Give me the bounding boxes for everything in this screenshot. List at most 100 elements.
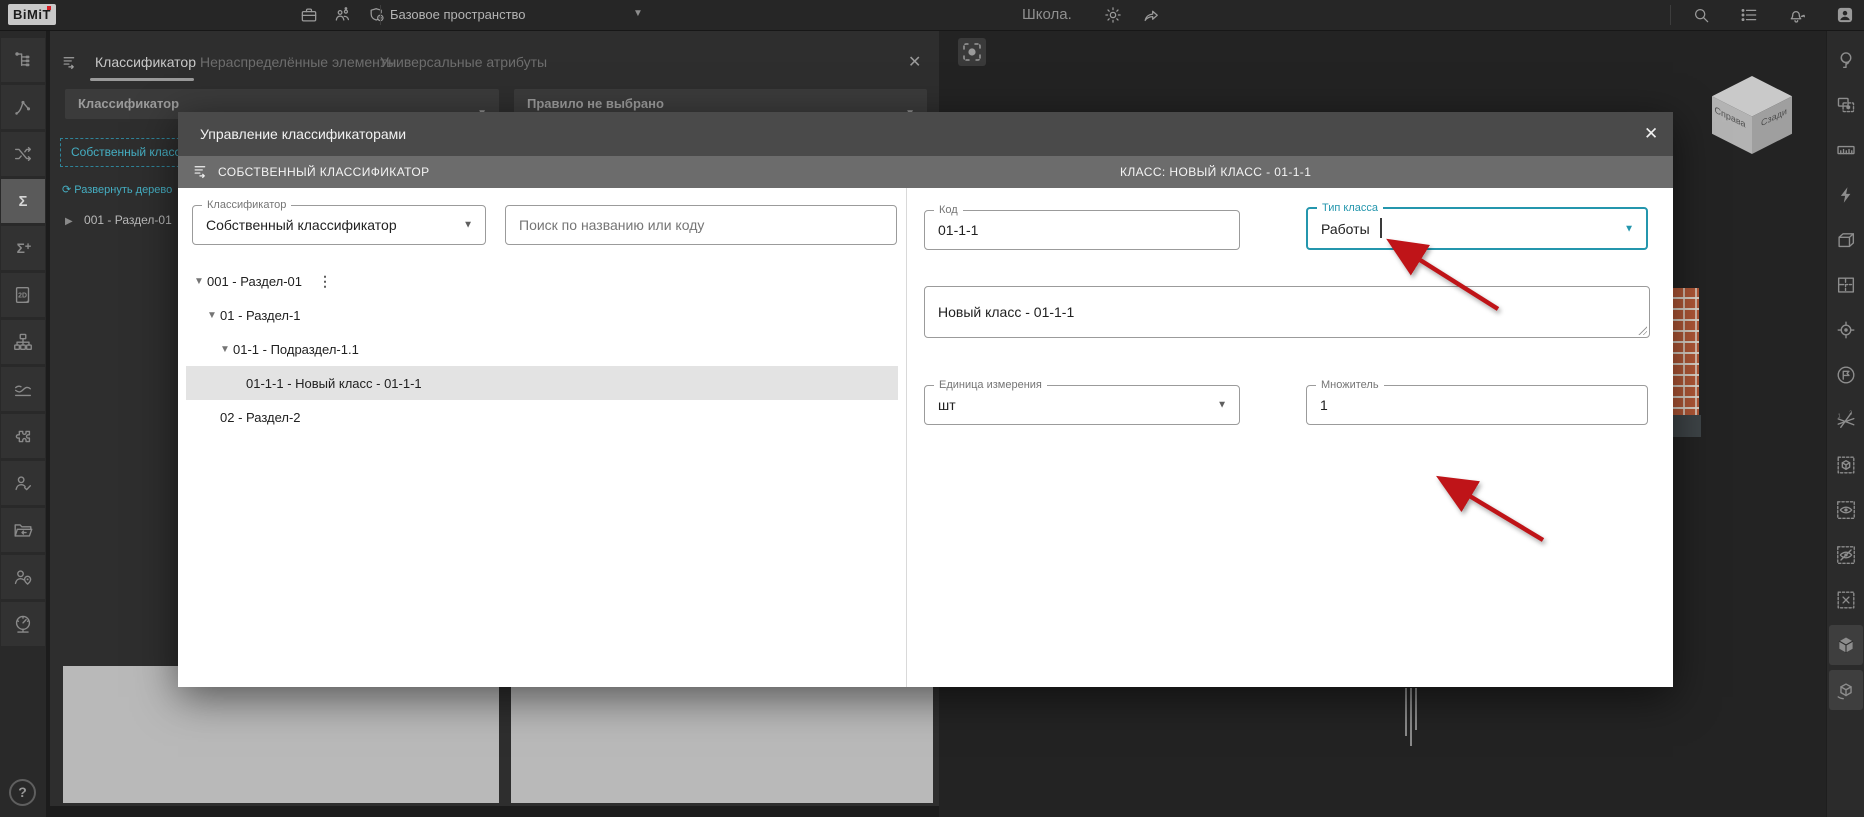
- panel-close-icon[interactable]: ✕: [908, 52, 921, 72]
- tool-shuffle[interactable]: [1, 132, 45, 176]
- brick-column-model: [1673, 288, 1699, 415]
- tree-row[interactable]: ▼ 01-1 - Подраздел-1.1: [186, 332, 898, 366]
- view-show-elements[interactable]: [1829, 490, 1863, 530]
- expand-tree-link[interactable]: ⟳ Развернуть дерево: [62, 183, 178, 196]
- svg-text:Σ: Σ: [17, 241, 25, 256]
- view-orbit-tree[interactable]: [1829, 40, 1863, 80]
- workspace-caret-icon[interactable]: ▼: [633, 8, 643, 19]
- classifier-tree: ▼ 001 - Раздел-01 ⋮ ▼ 01 - Раздел-1 ▼ 01-1 - П…: [186, 264, 898, 434]
- view-clear-selection[interactable]: [1829, 580, 1863, 620]
- account-icon[interactable]: [1832, 2, 1858, 28]
- tool-folder-share[interactable]: [1, 508, 45, 552]
- tool-hierarchy[interactable]: [1, 320, 45, 364]
- briefcase-icon[interactable]: [296, 2, 322, 28]
- topbar-separator-right: [1670, 5, 1671, 25]
- settings-gear-icon[interactable]: [1100, 2, 1126, 28]
- view-hide-elements[interactable]: [1829, 535, 1863, 575]
- description-value: Новый класс - 01-1-1: [938, 304, 1075, 320]
- class-type-select[interactable]: Тип класса Работы ▼: [1306, 202, 1648, 250]
- view-flag[interactable]: [1829, 355, 1863, 395]
- tree-row-menu-icon[interactable]: ⋮: [318, 273, 332, 290]
- classifier-menu-icon[interactable]: [192, 162, 211, 181]
- multiplier-field[interactable]: Множитель 1: [1306, 379, 1648, 425]
- view-area-select[interactable]: [1829, 85, 1863, 125]
- help-button[interactable]: ?: [9, 779, 36, 806]
- classifier-select-label: Классификатор: [202, 199, 292, 211]
- tab-unassigned-elements[interactable]: Нераспределённые элементы: [200, 54, 396, 70]
- dialog-titlebar: Управление классификаторами: [178, 112, 1673, 156]
- panel-menu-icon[interactable]: [61, 53, 80, 72]
- classifier-select[interactable]: Классификатор Собственный классификатор …: [192, 199, 486, 245]
- multiplier-label: Множитель: [1316, 379, 1384, 391]
- view-ruler[interactable]: [1829, 130, 1863, 170]
- workspace-selector[interactable]: Базовое пространство: [390, 7, 526, 22]
- brick-column-base: [1670, 415, 1701, 437]
- topbar-left-icons: [296, 2, 390, 28]
- classifier-filter-label: Классификатор: [78, 96, 180, 111]
- app-logo[interactable]: BiMiT: [8, 4, 56, 25]
- team-icon[interactable]: [330, 2, 356, 28]
- view-cube-section[interactable]: [1829, 670, 1863, 710]
- list-icon[interactable]: [1736, 2, 1762, 28]
- tool-sum-active[interactable]: Σ: [1, 179, 45, 223]
- tree-caret-icon[interactable]: ▼: [194, 276, 207, 287]
- background-tree-root[interactable]: ▶ 001 - Раздел-01: [65, 213, 172, 227]
- rule-filter-label: Правило не выбрано: [527, 96, 664, 111]
- class-type-value: Работы: [1321, 220, 1370, 237]
- code-field[interactable]: Код 01-1-1: [924, 204, 1240, 250]
- shield-status-icon[interactable]: [364, 2, 390, 28]
- tool-classifier-tree[interactable]: [1, 38, 45, 82]
- tree-row-label: 01-1-1 - Новый класс - 01-1-1: [246, 375, 422, 391]
- subheader-classifier-name: СОБСТВЕННЫЙ КЛАССИФИКАТОР: [218, 165, 430, 179]
- tool-geometry-point[interactable]: [1, 85, 45, 129]
- tree-caret-icon[interactable]: ▼: [207, 310, 220, 321]
- project-actions: [1100, 2, 1164, 28]
- tree-row-label: 01-1 - Подраздел-1.1: [233, 341, 359, 357]
- selected-classifier-chip[interactable]: Собственный классификатор: [60, 138, 190, 167]
- focus-selection-icon[interactable]: [958, 38, 986, 66]
- active-tab-underline: [90, 78, 194, 81]
- unit-select[interactable]: Единица измерения шт ▼: [924, 379, 1240, 425]
- app-logo-text: BiMiT: [13, 7, 51, 22]
- right-toolbar: 12: [1826, 30, 1864, 817]
- tool-plugins[interactable]: [1, 414, 45, 458]
- search-input[interactable]: Поиск по названию или коду: [505, 205, 897, 245]
- share-icon[interactable]: [1138, 2, 1164, 28]
- tree-caret-icon[interactable]: ▼: [220, 344, 233, 355]
- view-section-flash[interactable]: [1829, 175, 1863, 215]
- view-floor-plan[interactable]: [1829, 265, 1863, 305]
- tool-2d-view[interactable]: 2D: [1, 273, 45, 317]
- view-isolate-box[interactable]: [1829, 445, 1863, 485]
- resize-handle[interactable]: [1637, 325, 1647, 335]
- search-icon[interactable]: [1688, 2, 1714, 28]
- tree-row[interactable]: ▼ 001 - Раздел-01 ⋮: [186, 264, 898, 298]
- tree-collapsed-caret-icon: ▶: [65, 216, 73, 227]
- dialog-pane-divider: [906, 188, 907, 687]
- description-textarea[interactable]: Новый класс - 01-1-1: [924, 286, 1650, 338]
- view-3d-box[interactable]: [1829, 220, 1863, 260]
- classifier-select-caret-icon: ▼: [463, 219, 473, 231]
- dialog-close-icon[interactable]: ✕: [1644, 124, 1658, 144]
- tool-gauge[interactable]: [1, 602, 45, 646]
- search-placeholder: Поиск по названию или коду: [519, 217, 705, 233]
- view-section-axes[interactable]: 12: [1829, 400, 1863, 440]
- view-locate[interactable]: [1829, 310, 1863, 350]
- tab-universal-attributes[interactable]: Универсальные атрибуты: [380, 54, 547, 70]
- svg-text:1: 1: [1838, 414, 1841, 420]
- tab-classifier[interactable]: Классификатор: [95, 54, 196, 70]
- tree-row-selected[interactable]: 01-1-1 - Новый класс - 01-1-1: [186, 366, 898, 400]
- navigation-cube[interactable]: Справа Сзади: [1712, 76, 1792, 154]
- view-cube-solid[interactable]: [1829, 625, 1863, 665]
- unit-select-caret-icon: ▼: [1217, 399, 1227, 411]
- tool-sum-add[interactable]: Σ: [1, 226, 45, 270]
- svg-text:2: 2: [1849, 410, 1852, 416]
- notifications-icon[interactable]: [1784, 2, 1810, 28]
- project-title: Школа.: [1022, 6, 1072, 23]
- tool-trend-chart[interactable]: [1, 367, 45, 411]
- tree-row[interactable]: 02 - Раздел-2: [186, 400, 898, 434]
- logo-red-dot: [47, 6, 51, 10]
- tool-user-check[interactable]: [1, 461, 45, 505]
- tree-row[interactable]: ▼ 01 - Раздел-1: [186, 298, 898, 332]
- tool-user-location[interactable]: [1, 555, 45, 599]
- class-type-caret-icon: ▼: [1624, 223, 1634, 234]
